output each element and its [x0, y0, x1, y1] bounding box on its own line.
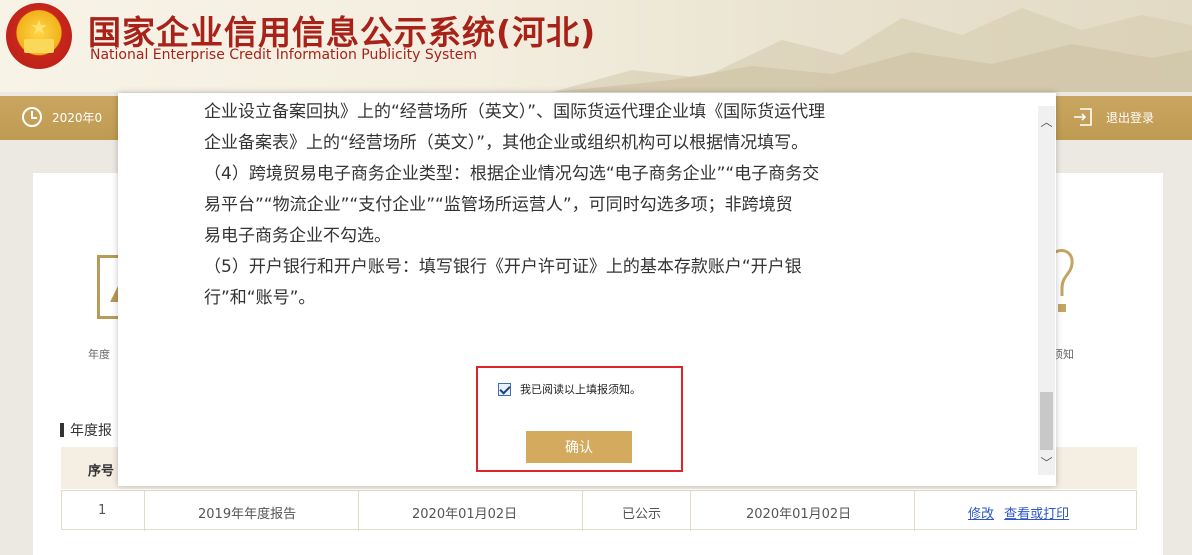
cell-submit-date: 2020年01月02日	[412, 507, 518, 522]
cell-status: 已公示	[622, 507, 662, 522]
view-print-link[interactable]: 查看或打印	[1004, 507, 1069, 522]
scroll-up-icon[interactable]: ︿	[1038, 106, 1055, 138]
table-row: 1 2019年年度报告 2020年01月02日 已公示 2020年01月02日 …	[61, 490, 1137, 531]
scrollbar-thumb[interactable]	[1040, 392, 1053, 450]
site-header: ★ 国家企业信用信息公示系统(河北) National Enterprise C…	[0, 0, 1192, 92]
logout-link[interactable]: 退出登录	[1106, 109, 1154, 126]
notice-line: （4）跨境贸易电子商务企业类型：根据企业情况勾选“电子商务企业”“电子商务交	[204, 164, 820, 184]
edit-link[interactable]: 修改	[968, 507, 994, 522]
notice-line: 行”和“账号”。	[204, 288, 316, 308]
logout-icon[interactable]	[1072, 106, 1094, 128]
notice-line: 企业备案表》上的“经营场所（英文）”，其他企业或组织机构可以根据情况填写。	[204, 133, 809, 153]
modal-scrollbar[interactable]: ︿ ﹀	[1038, 106, 1055, 475]
notice-text: 企业设立备案回执》上的“经营场所（英文）”、国际货运代理企业填《国际货运代理 企…	[204, 93, 944, 314]
notice-line: 易电子商务企业不勾选。	[204, 226, 391, 246]
notice-line: 企业设立备案回执》上的“经营场所（英文）”、国际货运代理企业填《国际货运代理	[204, 102, 826, 122]
cell-publish-date: 2020年01月02日	[746, 507, 852, 522]
highlight-annotation	[476, 366, 683, 472]
notice-line: 易平台”“物流企业”“支付企业”“监管场所运营人”，可同时勾选多项；非跨境贸	[204, 195, 793, 215]
current-date: 2020年0	[52, 111, 103, 125]
national-emblem-icon: ★	[6, 3, 72, 69]
mountain-banner-image	[552, 8, 1192, 92]
cell-report-name: 2019年年度报告	[198, 507, 297, 522]
site-subtitle: National Enterprise Credit Information P…	[90, 47, 478, 63]
scroll-down-icon[interactable]: ﹀	[1038, 451, 1055, 475]
cell-seq: 1	[98, 503, 107, 518]
notice-line: （5）开户银行和开户账号：填写银行《开户许可证》上的基本存款账户“开户银	[204, 257, 802, 277]
notice-line-cut	[204, 93, 944, 97]
annual-report-nav-label[interactable]: 年度	[88, 346, 120, 362]
clock-icon	[22, 107, 42, 127]
column-header-seq: 序号	[88, 464, 115, 479]
